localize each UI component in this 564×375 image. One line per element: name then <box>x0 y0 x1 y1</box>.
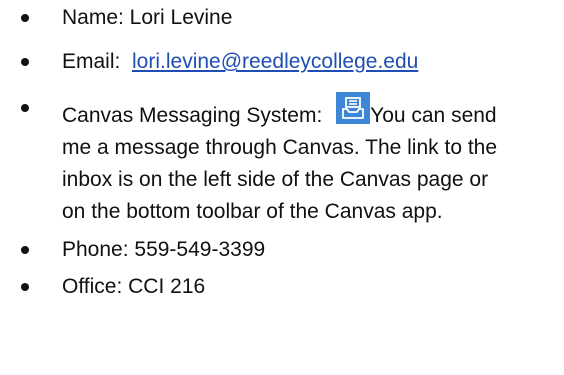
list-item-office: Office: CCI 216 <box>0 271 502 303</box>
bullet <box>21 58 29 66</box>
list-item-email: Email: lori.levine@reedleycollege.edu <box>0 46 502 78</box>
email-link[interactable]: lori.levine@reedleycollege.edu <box>132 50 418 73</box>
email-label: Email: <box>62 50 133 73</box>
canvas-label: Canvas Messaging System: <box>62 104 329 127</box>
bullet <box>21 283 29 291</box>
bullet <box>21 104 29 112</box>
name-text: Name: Lori Levine <box>62 6 233 29</box>
phone-text: Phone: 559-549-3399 <box>62 238 266 261</box>
bullet <box>21 246 29 254</box>
canvas-inbox-icon <box>336 92 371 124</box>
contact-info-list: Name: Lori Levine Email: lori.levine@ree… <box>0 0 564 303</box>
office-text: Office: CCI 216 <box>62 275 206 298</box>
list-item-canvas-messaging: Canvas Messaging System: You can send me… <box>0 92 502 228</box>
bullet <box>21 14 29 22</box>
list-item-name: Name: Lori Levine <box>0 2 502 34</box>
list-item-phone: Phone: 559-549-3399 <box>0 234 502 266</box>
